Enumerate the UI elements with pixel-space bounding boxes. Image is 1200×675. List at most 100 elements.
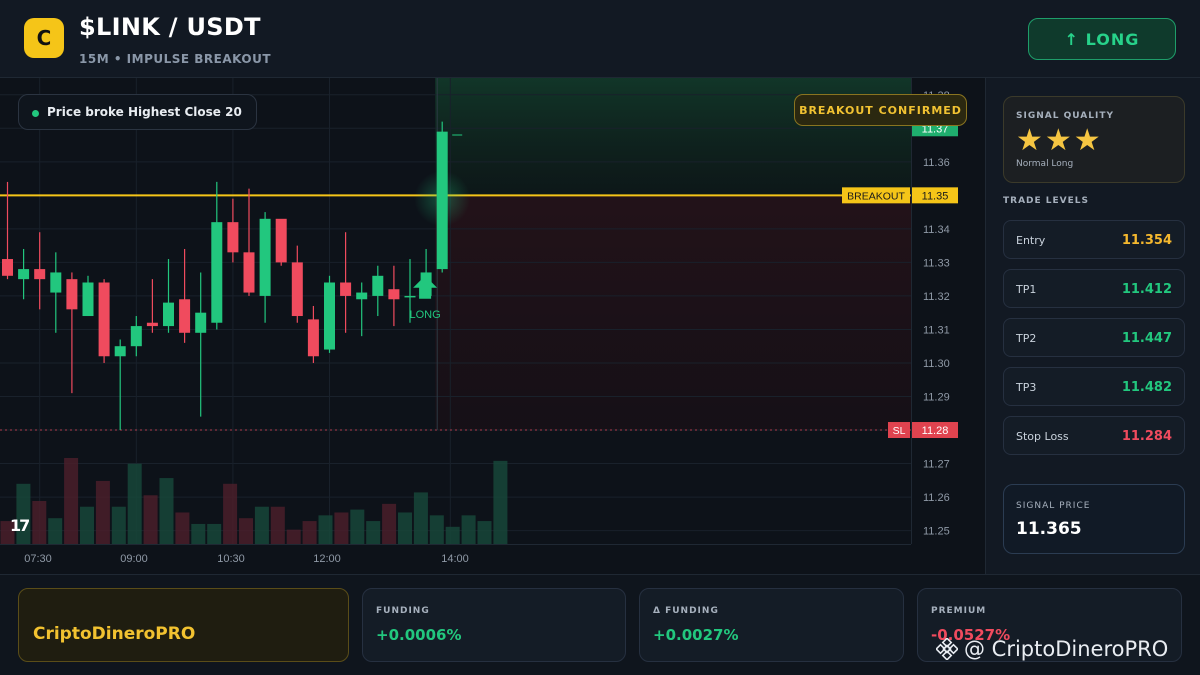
long-signal-button[interactable]: ↑ LONG <box>1028 18 1176 60</box>
candle-body <box>404 295 416 298</box>
stop-loss-zone <box>435 195 911 431</box>
volume-bar <box>191 523 206 544</box>
watermark-text: @ CriptoDineroPRO <box>964 637 1169 661</box>
y-tick-label: 11.27 <box>923 459 950 471</box>
stat-label: PREMIUM <box>931 606 987 616</box>
level-stop-loss[interactable]: Stop Loss 11.284 <box>1003 416 1185 455</box>
volume-bar <box>318 515 333 544</box>
candle-body <box>307 319 319 357</box>
volume-bar <box>254 506 269 544</box>
star-rating-icon: ★★★ <box>1016 123 1103 158</box>
breakout-callout: Price broke Highest Close 20 <box>18 94 257 130</box>
candle-body <box>146 322 158 327</box>
volume-bar <box>95 480 110 544</box>
volume-bar <box>143 495 158 544</box>
x-tick-label: 07:30 <box>24 553 52 565</box>
volume-bar <box>382 503 397 544</box>
watermark: @ CriptoDineroPRO <box>936 637 1168 661</box>
candle-body <box>66 279 78 310</box>
level-name: Entry <box>1016 234 1046 247</box>
delta-funding-card: Δ FUNDING +0.0027% <box>639 588 904 662</box>
y-tick-label: 11.31 <box>923 324 950 336</box>
chart-canvas[interactable]: 11.3811.3711.3611.3511.3411.3311.3211.31… <box>0 78 985 574</box>
level-name: TP1 <box>1016 283 1037 296</box>
y-tick-label: 11.33 <box>923 257 950 269</box>
x-tick-label: 14:00 <box>441 553 469 565</box>
candle-body <box>179 299 191 333</box>
volume-bar <box>127 463 142 544</box>
volume-bar <box>286 529 301 544</box>
candle-body <box>82 282 94 317</box>
pair-subtitle: 15M • IMPULSE BREAKOUT <box>79 52 272 66</box>
level-tp3[interactable]: TP3 11.482 <box>1003 367 1185 406</box>
candle-body <box>388 289 400 300</box>
level-name: TP3 <box>1016 381 1037 394</box>
y-tick-label: 11.26 <box>923 492 950 504</box>
level-tp1[interactable]: TP1 11.412 <box>1003 269 1185 308</box>
price-chart[interactable]: 11.3811.3711.3611.3511.3411.3311.3211.31… <box>0 78 985 574</box>
breakout-label: BREAKOUT <box>847 190 905 202</box>
candle-body <box>34 269 46 280</box>
long-arrow-icon <box>413 275 438 299</box>
x-tick-label: 10:30 <box>217 553 245 565</box>
volume-bar <box>159 478 174 544</box>
candle-body <box>324 282 335 350</box>
candle-body <box>163 302 174 327</box>
sl-label: SL <box>893 425 906 437</box>
y-tick-label: 11.36 <box>923 157 950 169</box>
volume-bar <box>429 515 444 544</box>
level-name: Stop Loss <box>1016 430 1069 443</box>
candle-body <box>211 222 223 323</box>
y-tick-label: 11.30 <box>923 358 950 370</box>
stat-value: +0.0027% <box>653 626 739 644</box>
breakout-confirmed-badge: BREAKOUT CONFIRMED <box>794 94 967 126</box>
status-dot-icon <box>32 110 39 117</box>
pair-title: $LINK / USDT <box>79 13 261 41</box>
candle-body <box>98 282 110 357</box>
candle-body <box>243 252 255 293</box>
volume-bar <box>350 509 365 544</box>
footer: CriptoDineroPRO FUNDING +0.0006% Δ FUNDI… <box>0 574 1200 675</box>
volume-bar <box>477 521 492 544</box>
brand-card: CriptoDineroPRO <box>18 588 349 662</box>
tradingview-logo-icon[interactable]: 17 <box>10 516 30 535</box>
long-label: LONG <box>410 309 441 321</box>
volume-bar <box>270 506 285 544</box>
candle-body <box>2 259 13 276</box>
candle-body <box>372 275 384 296</box>
level-entry[interactable]: Entry 11.354 <box>1003 220 1185 259</box>
level-value: 11.354 <box>1121 233 1172 248</box>
breakout-tag-value: 11.35 <box>922 190 949 202</box>
level-value: 11.482 <box>1121 380 1172 395</box>
y-tick-label: 11.34 <box>923 224 950 236</box>
candle-body <box>340 282 352 296</box>
volume-bar <box>493 460 508 544</box>
candle-body <box>291 262 303 317</box>
y-tick-label: 11.32 <box>923 291 950 303</box>
level-value: 11.447 <box>1121 331 1172 346</box>
volume-bar <box>32 501 47 544</box>
candle-body <box>275 218 287 263</box>
candle-body <box>50 272 62 293</box>
level-value: 11.284 <box>1121 429 1172 444</box>
signal-quality-card: SIGNAL QUALITY ★★★ Normal Long <box>1003 96 1185 183</box>
level-tp2[interactable]: TP2 11.447 <box>1003 318 1185 357</box>
callout-text: Price broke Highest Close 20 <box>47 105 242 119</box>
candle-body <box>227 222 239 253</box>
volume-bar <box>48 518 63 544</box>
stat-label: Δ FUNDING <box>653 606 719 616</box>
signal-price-value: 11.365 <box>1016 519 1082 539</box>
binance-logo-icon <box>936 638 958 660</box>
candle-body <box>259 218 271 296</box>
signal-quality-label: SIGNAL QUALITY <box>1016 111 1114 121</box>
candle-body <box>130 326 142 347</box>
app-root: C $LINK / USDT 15M • IMPULSE BREAKOUT ↑ … <box>0 0 1200 675</box>
candle-body <box>356 292 368 300</box>
volume-bar <box>445 526 460 544</box>
stat-value: +0.0006% <box>376 626 462 644</box>
x-tick-label: 09:00 <box>120 553 148 565</box>
coin-logo: C <box>24 18 64 58</box>
volume-bar <box>207 523 222 544</box>
y-tick-label: 11.25 <box>923 526 950 538</box>
trade-levels-title: TRADE LEVELS <box>1003 196 1089 206</box>
